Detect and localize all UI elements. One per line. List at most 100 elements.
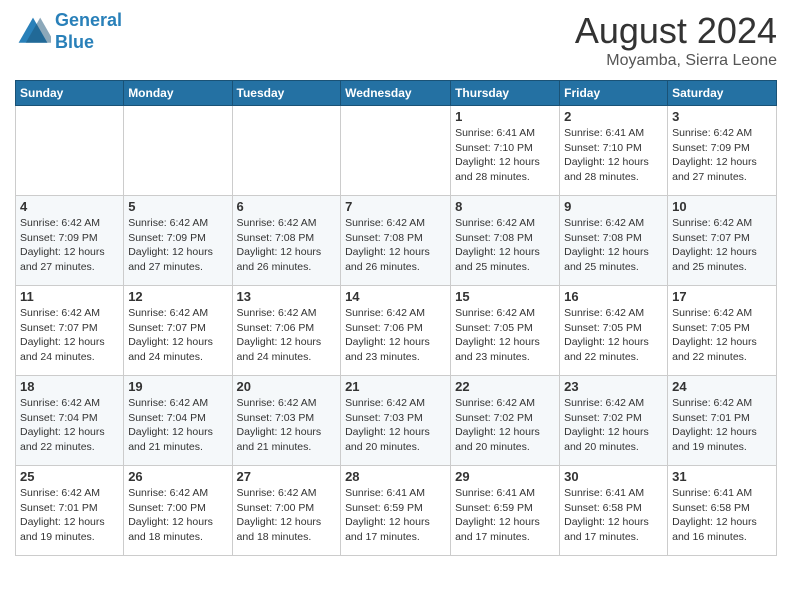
calendar-day-cell: 24Sunrise: 6:42 AM Sunset: 7:01 PM Dayli… xyxy=(668,376,777,466)
day-info: Sunrise: 6:42 AM Sunset: 7:09 PM Dayligh… xyxy=(20,216,119,275)
day-info: Sunrise: 6:42 AM Sunset: 7:08 PM Dayligh… xyxy=(455,216,555,275)
day-number: 27 xyxy=(237,469,337,484)
logo-line2: Blue xyxy=(55,32,94,52)
calendar-week-row: 11 Sunrise: 6:42 AM Sunset: 7:07 PM Dayli… xyxy=(16,286,777,376)
day-info: Sunrise: 6:42 AM Sunset: 7:06 PM Dayligh… xyxy=(345,306,446,365)
calendar-day-cell: 4 Sunrise: 6:42 AM Sunset: 7:09 PM Daylig… xyxy=(16,196,124,286)
day-number: 14 xyxy=(345,289,446,304)
calendar-day-cell: 25 Sunrise: 6:42 AM Sunset: 7:01 PM Dayli… xyxy=(16,466,124,556)
calendar-week-row: 4 Sunrise: 6:42 AM Sunset: 7:09 PM Daylig… xyxy=(16,196,777,286)
day-of-week-header: Tuesday xyxy=(232,81,341,106)
header: General Blue August 2024 Moyamba, Sierra… xyxy=(15,10,777,70)
day-number: 6 xyxy=(237,199,337,214)
day-info: Sunrise: 6:42 AM Sunset: 7:07 PM Dayligh… xyxy=(672,216,772,275)
day-info: Sunrise: 6:42 AM Sunset: 7:07 PM Dayligh… xyxy=(20,306,119,365)
day-info: Sunrise: 6:41 AM Sunset: 6:59 PM Dayligh… xyxy=(455,486,555,545)
calendar-week-row: 18Sunrise: 6:42 AM Sunset: 7:04 PM Dayli… xyxy=(16,376,777,466)
day-of-week-header: Monday xyxy=(124,81,232,106)
day-of-week-header: Wednesday xyxy=(341,81,451,106)
day-number: 22 xyxy=(455,379,555,394)
day-info: Sunrise: 6:42 AM Sunset: 7:08 PM Dayligh… xyxy=(345,216,446,275)
calendar-body: 1Sunrise: 6:41 AM Sunset: 7:10 PM Daylig… xyxy=(16,106,777,556)
logo-line1: General xyxy=(55,10,122,30)
calendar-day-cell: 27 Sunrise: 6:42 AM Sunset: 7:00 PM Dayli… xyxy=(232,466,341,556)
day-number: 11 xyxy=(20,289,119,304)
calendar-table: SundayMondayTuesdayWednesdayThursdayFrid… xyxy=(15,80,777,556)
day-number: 13 xyxy=(237,289,337,304)
day-number: 30 xyxy=(564,469,663,484)
calendar-day-cell: 13 Sunrise: 6:42 AM Sunset: 7:06 PM Dayli… xyxy=(232,286,341,376)
calendar-day-cell: 18Sunrise: 6:42 AM Sunset: 7:04 PM Dayli… xyxy=(16,376,124,466)
calendar-day-cell: 28Sunrise: 6:41 AM Sunset: 6:59 PM Dayli… xyxy=(341,466,451,556)
day-info: Sunrise: 6:41 AM Sunset: 7:10 PM Dayligh… xyxy=(564,126,663,185)
calendar-day-cell: 8 Sunrise: 6:42 AM Sunset: 7:08 PM Daylig… xyxy=(451,196,560,286)
day-of-week-header: Sunday xyxy=(16,81,124,106)
day-info: Sunrise: 6:42 AM Sunset: 7:00 PM Dayligh… xyxy=(237,486,337,545)
calendar-day-cell: 17Sunrise: 6:42 AM Sunset: 7:05 PM Dayli… xyxy=(668,286,777,376)
day-of-week-header: Saturday xyxy=(668,81,777,106)
calendar-day-cell: 31Sunrise: 6:41 AM Sunset: 6:58 PM Dayli… xyxy=(668,466,777,556)
calendar-day-cell: 7 Sunrise: 6:42 AM Sunset: 7:08 PM Daylig… xyxy=(341,196,451,286)
day-number: 2 xyxy=(564,109,663,124)
calendar-day-cell: 6 Sunrise: 6:42 AM Sunset: 7:08 PM Daylig… xyxy=(232,196,341,286)
calendar-day-cell: 3Sunrise: 6:42 AM Sunset: 7:09 PM Daylig… xyxy=(668,106,777,196)
calendar-day-cell: 30 Sunrise: 6:41 AM Sunset: 6:58 PM Dayli… xyxy=(560,466,668,556)
calendar-day-cell xyxy=(232,106,341,196)
day-info: Sunrise: 6:42 AM Sunset: 7:06 PM Dayligh… xyxy=(237,306,337,365)
calendar-day-cell: 26 Sunrise: 6:42 AM Sunset: 7:00 PM Dayli… xyxy=(124,466,232,556)
day-number: 25 xyxy=(20,469,119,484)
calendar-week-row: 25 Sunrise: 6:42 AM Sunset: 7:01 PM Dayli… xyxy=(16,466,777,556)
day-info: Sunrise: 6:42 AM Sunset: 7:01 PM Dayligh… xyxy=(672,396,772,455)
day-number: 15 xyxy=(455,289,555,304)
day-number: 31 xyxy=(672,469,772,484)
day-info: Sunrise: 6:42 AM Sunset: 7:09 PM Dayligh… xyxy=(672,126,772,185)
day-number: 26 xyxy=(128,469,227,484)
calendar-day-cell: 12 Sunrise: 6:42 AM Sunset: 7:07 PM Dayli… xyxy=(124,286,232,376)
day-info: Sunrise: 6:42 AM Sunset: 7:07 PM Dayligh… xyxy=(128,306,227,365)
page: General Blue August 2024 Moyamba, Sierra… xyxy=(0,0,792,566)
day-of-week-header: Thursday xyxy=(451,81,560,106)
day-number: 12 xyxy=(128,289,227,304)
day-number: 29 xyxy=(455,469,555,484)
calendar-day-cell: 1Sunrise: 6:41 AM Sunset: 7:10 PM Daylig… xyxy=(451,106,560,196)
calendar-day-cell: 23 Sunrise: 6:42 AM Sunset: 7:02 PM Dayli… xyxy=(560,376,668,466)
header-row: SundayMondayTuesdayWednesdayThursdayFrid… xyxy=(16,81,777,106)
calendar-header: SundayMondayTuesdayWednesdayThursdayFrid… xyxy=(16,81,777,106)
calendar-day-cell: 20Sunrise: 6:42 AM Sunset: 7:03 PM Dayli… xyxy=(232,376,341,466)
logo: General Blue xyxy=(15,10,122,53)
calendar-day-cell: 10Sunrise: 6:42 AM Sunset: 7:07 PM Dayli… xyxy=(668,196,777,286)
day-info: Sunrise: 6:41 AM Sunset: 6:59 PM Dayligh… xyxy=(345,486,446,545)
calendar-day-cell: 22 Sunrise: 6:42 AM Sunset: 7:02 PM Dayli… xyxy=(451,376,560,466)
day-info: Sunrise: 6:42 AM Sunset: 7:09 PM Dayligh… xyxy=(128,216,227,275)
day-info: Sunrise: 6:42 AM Sunset: 7:00 PM Dayligh… xyxy=(128,486,227,545)
day-info: Sunrise: 6:42 AM Sunset: 7:03 PM Dayligh… xyxy=(345,396,446,455)
day-info: Sunrise: 6:42 AM Sunset: 7:04 PM Dayligh… xyxy=(128,396,227,455)
day-info: Sunrise: 6:41 AM Sunset: 6:58 PM Dayligh… xyxy=(564,486,663,545)
day-info: Sunrise: 6:42 AM Sunset: 7:05 PM Dayligh… xyxy=(455,306,555,365)
day-info: Sunrise: 6:42 AM Sunset: 7:08 PM Dayligh… xyxy=(237,216,337,275)
day-info: Sunrise: 6:42 AM Sunset: 7:05 PM Dayligh… xyxy=(672,306,772,365)
calendar-day-cell: 29 Sunrise: 6:41 AM Sunset: 6:59 PM Dayli… xyxy=(451,466,560,556)
logo-text: General Blue xyxy=(55,10,122,53)
day-info: Sunrise: 6:42 AM Sunset: 7:02 PM Dayligh… xyxy=(455,396,555,455)
calendar-day-cell: 21Sunrise: 6:42 AM Sunset: 7:03 PM Dayli… xyxy=(341,376,451,466)
calendar-day-cell: 5Sunrise: 6:42 AM Sunset: 7:09 PM Daylig… xyxy=(124,196,232,286)
day-info: Sunrise: 6:42 AM Sunset: 7:01 PM Dayligh… xyxy=(20,486,119,545)
day-number: 23 xyxy=(564,379,663,394)
day-info: Sunrise: 6:42 AM Sunset: 7:08 PM Dayligh… xyxy=(564,216,663,275)
day-number: 16 xyxy=(564,289,663,304)
day-number: 4 xyxy=(20,199,119,214)
day-number: 8 xyxy=(455,199,555,214)
calendar-day-cell xyxy=(341,106,451,196)
day-info: Sunrise: 6:42 AM Sunset: 7:02 PM Dayligh… xyxy=(564,396,663,455)
calendar-day-cell: 19Sunrise: 6:42 AM Sunset: 7:04 PM Dayli… xyxy=(124,376,232,466)
calendar-day-cell: 14 Sunrise: 6:42 AM Sunset: 7:06 PM Dayli… xyxy=(341,286,451,376)
day-number: 7 xyxy=(345,199,446,214)
calendar-day-cell: 2 Sunrise: 6:41 AM Sunset: 7:10 PM Daylig… xyxy=(560,106,668,196)
day-of-week-header: Friday xyxy=(560,81,668,106)
month-title: August 2024 xyxy=(575,10,777,52)
day-info: Sunrise: 6:42 AM Sunset: 7:05 PM Dayligh… xyxy=(564,306,663,365)
calendar-day-cell: 16 Sunrise: 6:42 AM Sunset: 7:05 PM Dayli… xyxy=(560,286,668,376)
calendar-day-cell: 9Sunrise: 6:42 AM Sunset: 7:08 PM Daylig… xyxy=(560,196,668,286)
calendar-day-cell: 15 Sunrise: 6:42 AM Sunset: 7:05 PM Dayli… xyxy=(451,286,560,376)
